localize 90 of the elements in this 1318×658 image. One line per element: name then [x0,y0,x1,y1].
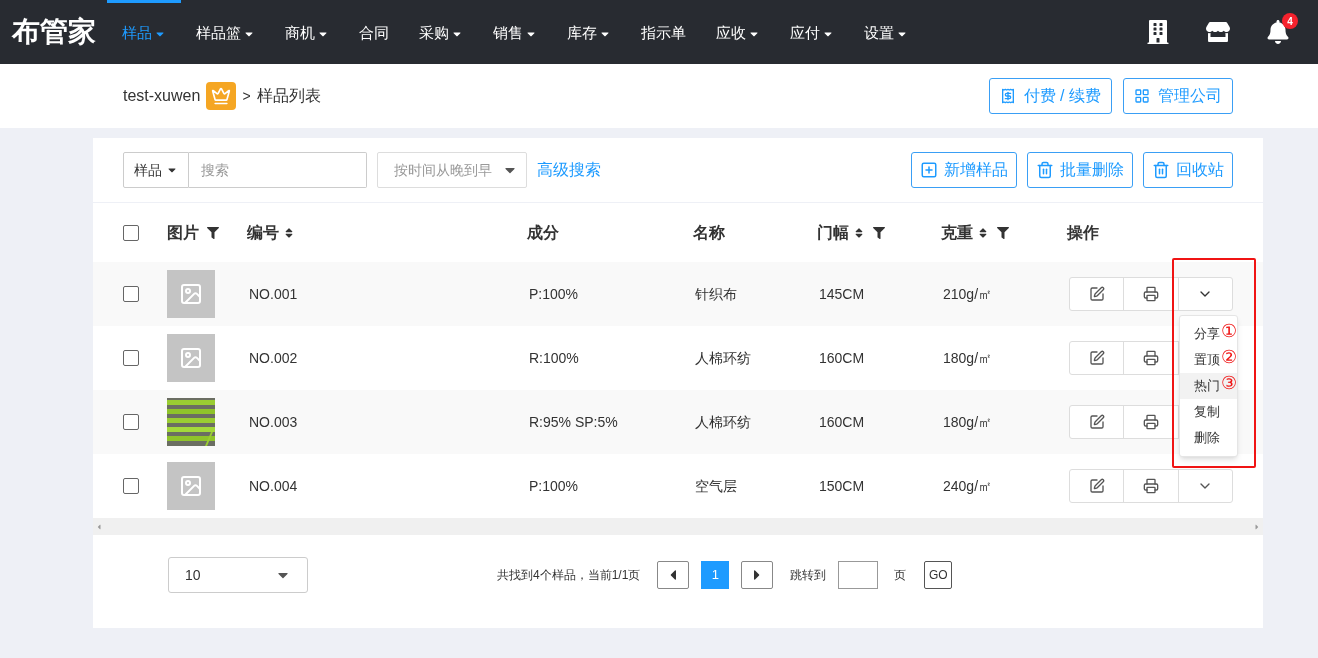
sort-icon[interactable] [977,226,989,239]
table-cell-text: NO.002 [248,348,299,368]
next-page-button[interactable] [741,561,774,589]
table-cell-text: 145CM [818,284,866,304]
column-header: 图片 [167,222,199,243]
nav-menu-item[interactable]: 采购 [404,0,478,64]
annotation-number: ③ [1221,373,1237,393]
table-cell-text: 针织布 [694,284,738,304]
image-placeholder [167,270,215,318]
nav-menu-item[interactable]: 设置 [849,0,923,64]
plus-icon [920,161,938,179]
filter-icon[interactable] [207,226,219,239]
checkbox[interactable] [123,414,139,430]
edit-icon [1088,414,1105,430]
checkbox[interactable] [123,286,139,302]
logo[interactable]: 布管家 [12,11,107,53]
checkbox[interactable] [123,478,139,494]
nav-menu-item[interactable]: 合同 [344,0,404,64]
table-cell-text: P:100% [528,284,580,304]
notification-badge: 4 [1282,13,1298,29]
annotation-number: ② [1221,347,1237,367]
scope-dropdown[interactable]: 样品 [123,152,189,188]
menu-item[interactable]: 分享 [1194,324,1220,344]
filter-icon[interactable] [997,226,1009,239]
receipt-icon [999,88,1016,104]
edit-icon [1088,478,1105,494]
page-number-field[interactable] [838,561,879,589]
table-cell-text: 160CM [818,412,866,432]
nav-menu-item[interactable]: 样品篮 [181,0,270,64]
breadcrumb-current-page: 样品列表 [256,86,321,106]
annotation-number: ① [1221,321,1237,341]
sort-icon[interactable] [283,226,295,239]
search-field[interactable]: 搜索 [189,152,367,188]
checkbox[interactable] [123,224,139,241]
table-cell-text: 180g/㎡ [942,412,994,432]
breadcrumb-separator: > [242,86,251,106]
table-cell-text: 人棉环纺 [694,412,752,432]
checkbox[interactable] [123,350,139,366]
table-cell-text: 人棉环纺 [694,348,752,368]
building-icon[interactable] [1146,20,1170,44]
column-header: 名称 [693,222,725,243]
sort-icon[interactable] [853,226,865,239]
trash-icon [1152,161,1170,179]
column-header: 操作 [1067,222,1099,243]
table-cell-text: R:95% SP:5% [528,412,619,432]
table-cell-text: NO.001 [248,284,299,304]
table-cell-text: 空气层 [694,476,738,496]
nav-menu-item[interactable]: 商机 [270,0,344,64]
menu-item[interactable]: 置顶 [1194,350,1220,370]
nav-menu-item[interactable]: 应收 [701,0,775,64]
table-cell-text: R:100% [528,348,580,368]
column-header: 门幅 [817,222,849,243]
printer-icon [1143,478,1159,494]
table-cell-text: 210g/㎡ [942,284,994,304]
printer-icon [1143,414,1159,430]
nav-menu-item[interactable]: 库存 [552,0,626,64]
table-cell-text: NO.003 [248,412,299,432]
store-icon[interactable] [1206,20,1230,44]
nav-menu-item[interactable]: 销售 [478,0,552,64]
page-size-select[interactable]: 10 [168,557,308,593]
result-summary: 共找到4个样品，当前1/1页 [497,567,641,584]
menu-item[interactable]: 复制 [1194,402,1220,422]
column-header: 编号 [247,222,279,243]
crown-icon [206,82,237,110]
table-cell-text: 180g/㎡ [942,348,994,368]
column-header: 成分 [527,222,559,243]
edit-icon [1088,286,1105,302]
nav-menu-item[interactable]: 应付 [775,0,849,64]
jump-to-label: 跳转到 [790,567,827,584]
table-cell-text: P:100% [528,476,580,496]
table-cell-text: NO.004 [248,476,299,496]
trash-icon [1036,161,1054,179]
filter-icon[interactable] [873,226,885,239]
printer-icon [1143,286,1159,302]
nav-menu-item[interactable]: 指示单 [626,0,701,64]
image-placeholder [167,334,215,382]
table-cell-text: 240g/㎡ [942,476,994,496]
previous-page-button[interactable] [657,561,690,589]
menu-item[interactable]: 热门 [1194,376,1220,396]
account-name[interactable]: test-xuwen [123,84,201,108]
menu-item[interactable]: 删除 [1194,428,1220,448]
table-cell-text: 160CM [818,348,866,368]
page-unit-label: 页 [894,567,907,584]
table-cell-text: 150CM [818,476,866,496]
image-placeholder [167,462,215,510]
go-button[interactable]: GO [924,561,953,589]
grid-icon [1134,88,1150,104]
column-header: 克重 [941,222,973,243]
printer-icon [1143,350,1159,366]
edit-icon [1088,350,1105,366]
